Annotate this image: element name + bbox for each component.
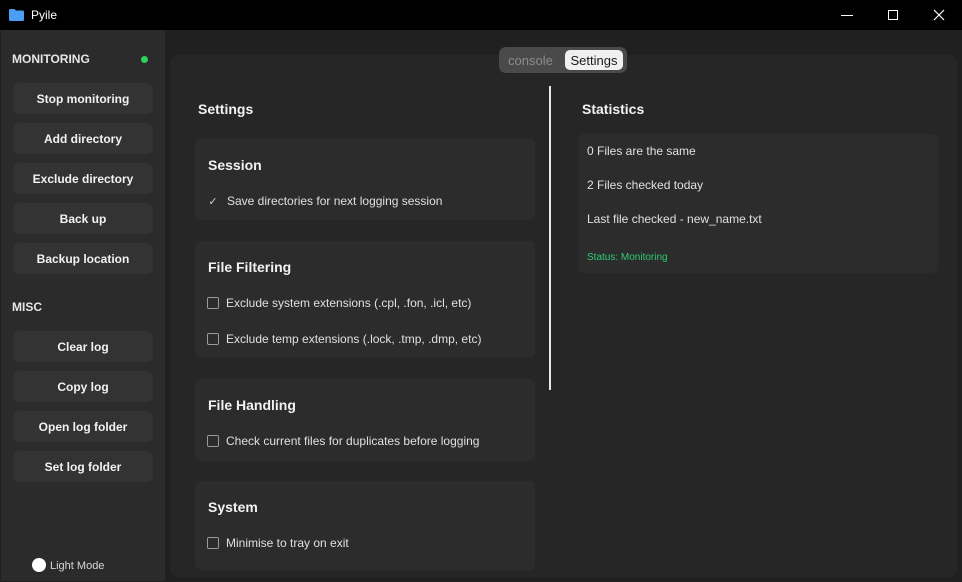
exclude-temp-extensions-checkbox[interactable]	[207, 333, 219, 345]
tab-console[interactable]: console	[508, 53, 553, 68]
title-bar: Pyile	[0, 0, 962, 30]
minimize-icon	[841, 15, 853, 16]
clear-log-button[interactable]: Clear log	[13, 331, 153, 362]
minimise-to-tray-option[interactable]: Minimise to tray on exit	[207, 536, 349, 550]
window-title: Pyile	[31, 8, 58, 22]
light-mode-label: Light Mode	[50, 560, 105, 572]
statistics-heading: Statistics	[582, 101, 645, 117]
open-log-folder-button[interactable]: Open log folder	[13, 411, 153, 442]
minimise-to-tray-label: Minimise to tray on exit	[226, 536, 349, 550]
set-log-folder-button[interactable]: Set log folder	[13, 451, 153, 482]
status-text: Status: Monitoring	[587, 252, 668, 263]
misc-label: MISC	[12, 300, 42, 314]
file-handling-card	[195, 379, 535, 461]
exclude-temp-extensions-label: Exclude temp extensions (.lock, .tmp, .d…	[226, 332, 482, 346]
stop-monitoring-button[interactable]: Stop monitoring	[13, 83, 153, 114]
system-title: System	[208, 499, 258, 515]
settings-heading: Settings	[198, 101, 254, 117]
save-directories-label: Save directories for next logging sessio…	[227, 194, 443, 208]
folder-icon	[9, 9, 24, 21]
maximize-icon	[888, 10, 898, 20]
monitoring-label: MONITORING	[12, 52, 90, 66]
exclude-temp-extensions-option[interactable]: Exclude temp extensions (.lock, .tmp, .d…	[207, 332, 481, 346]
minimize-button[interactable]	[824, 0, 870, 30]
same-files-stat: 0 Files are the same	[587, 144, 696, 158]
copy-log-button[interactable]: Copy log	[13, 371, 153, 402]
backup-location-button[interactable]: Backup location	[13, 243, 153, 274]
exclude-system-extensions-checkbox[interactable]	[207, 297, 219, 309]
exclude-system-extensions-option[interactable]: Exclude system extensions (.cpl, .fon, .…	[207, 296, 471, 310]
last-file-stat: Last file checked - new_name.txt	[587, 212, 762, 226]
file-filtering-title: File Filtering	[208, 259, 292, 275]
file-handling-title: File Handling	[208, 397, 296, 413]
save-directories-option[interactable]: ✓ Save directories for next logging sess…	[207, 194, 442, 208]
maximize-button[interactable]	[870, 0, 916, 30]
close-icon	[933, 9, 945, 21]
session-title: Session	[208, 157, 262, 173]
exclude-directory-button[interactable]: Exclude directory	[13, 163, 153, 194]
back-up-button[interactable]: Back up	[13, 203, 153, 234]
toggle-knob	[32, 558, 46, 572]
check-duplicates-checkbox[interactable]	[207, 435, 219, 447]
checked-today-stat: 2 Files checked today	[587, 178, 704, 192]
add-directory-button[interactable]: Add directory	[13, 123, 153, 154]
tab-settings[interactable]: Settings	[565, 50, 623, 70]
minimise-to-tray-checkbox[interactable]	[207, 537, 219, 549]
system-card	[195, 481, 535, 570]
check-duplicates-option[interactable]: Check current files for duplicates befor…	[207, 434, 479, 448]
status-indicator-dot	[141, 56, 148, 63]
panel-divider	[549, 86, 551, 390]
light-mode-toggle[interactable]	[11, 557, 46, 573]
checkmark-icon: ✓	[208, 195, 218, 208]
check-duplicates-label: Check current files for duplicates befor…	[226, 434, 480, 448]
exclude-system-extensions-label: Exclude system extensions (.cpl, .fon, .…	[226, 296, 472, 310]
close-button[interactable]	[916, 0, 962, 30]
